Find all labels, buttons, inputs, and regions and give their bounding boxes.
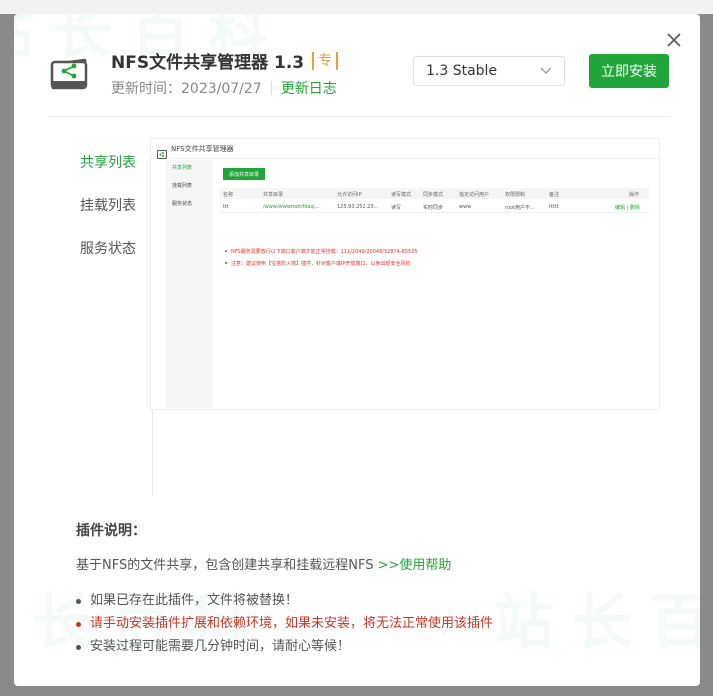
preview-cell: root用户不... [505, 205, 535, 211]
update-time: 更新时间：2023/07/27 [111, 81, 262, 97]
preview-header: NFS文件共享管理器 [151, 139, 659, 159]
preview-side-item: 挂载列表 [172, 183, 193, 189]
description-body: 基于NFS的文件共享，包含创建共享和挂载远程NFS [76, 558, 374, 573]
install-button[interactable]: 立即安装 [589, 54, 669, 88]
preview-tip: NFS服务需要放行以下端口客户端才能正常挂载：111/2049/20048/32… [225, 248, 418, 255]
preview-table-row: ttt /www/wwwroot/fdasj... 125.93.252.23.… [219, 201, 649, 213]
note-item: 安装过程可能需要几分钟时间，请耐心等候！ [76, 638, 493, 661]
preview-cell: ttttt [549, 204, 559, 210]
preview-col: 权限限制 [505, 192, 526, 198]
preview-title: NFS文件共享管理器 [171, 145, 234, 153]
preview-cell: ttt [223, 204, 229, 210]
preview-cell: 编辑 | 删除 [615, 205, 640, 211]
close-icon[interactable] [664, 30, 684, 50]
plugin-name: NFS文件共享管理器 1.3 [111, 53, 305, 73]
install-notes: 如果已存在此插件，文件将被替换！ 请手动安装插件扩展和依赖环境，如果未安装，将无… [76, 592, 493, 661]
preview-col: 允许访问IP [337, 192, 362, 198]
chevron-down-icon [540, 63, 552, 79]
backdrop [0, 0, 713, 14]
plugin-install-dialog: 站长百科 站长百科 站长百科 站长百科 NFS文件共享管理器 1.3 专 更新时… [14, 14, 700, 686]
nfs-plugin-icon [157, 144, 167, 159]
preview-col: 指定访问用户 [459, 192, 490, 198]
version-select[interactable]: 1.3 Stable [413, 56, 565, 86]
preview-nav: 共享列表 挂载列表 服务状态 [48, 138, 154, 495]
help-link[interactable]: >>使用帮助 [378, 558, 452, 573]
nav-item-share-list[interactable]: 共享列表 [80, 152, 136, 172]
divider [48, 116, 670, 117]
preview-sidebar: 共享列表 挂载列表 服务状态 [166, 160, 213, 408]
preview-main: 添加共享目录 名称 共享目录 允许访问IP 读写模式 同步模式 指定访问用户 权… [219, 166, 657, 406]
preview-col: 备注 [549, 192, 560, 198]
plugin-meta: 更新时间：2023/07/27 更新日志 [111, 78, 337, 98]
nav-item-service-status[interactable]: 服务状态 [80, 238, 136, 258]
preview-cell: www [459, 204, 472, 210]
preview-tips: NFS服务需要放行以下端口客户端才能正常挂载：111/2049/20048/32… [225, 248, 418, 272]
preview-tip: 注意：建议使用【宝塔防火墙】插件，针对客户端IP开放端口，以免出现安全风险 [225, 260, 418, 267]
preview-col: 共享目录 [263, 192, 284, 198]
preview-cell: 125.93.252.23... [337, 204, 379, 210]
pro-badge: 专 [312, 51, 339, 70]
note-item: 如果已存在此插件，文件将被替换！ [76, 592, 493, 615]
description-title: 插件说明： [76, 523, 146, 539]
preview-add-button: 添加共享目录 [223, 168, 265, 180]
preview-col: 名称 [223, 192, 234, 198]
preview-col: 同步模式 [423, 192, 444, 198]
preview-screenshot: NFS文件共享管理器 共享列表 挂载列表 服务状态 添加共享目录 名称 共享目录… [150, 138, 660, 410]
preview-cell: /www/wwwroot/fdasj... [263, 204, 320, 210]
preview-side-item: 共享列表 [172, 165, 193, 171]
preview-cell: 读写 [391, 205, 402, 211]
nfs-plugin-icon [50, 54, 88, 92]
watermark: 站长百科 [494, 588, 700, 658]
note-item-warning: 请手动安装插件扩展和依赖环境，如果未安装，将无法正常使用该插件 [76, 615, 493, 638]
version-selected: 1.3 Stable [426, 63, 498, 79]
divider [270, 81, 272, 95]
description-text: 基于NFS的文件共享，包含创建共享和挂载远程NFS >>使用帮助 [76, 554, 451, 573]
nav-item-mount-list[interactable]: 挂载列表 [80, 195, 136, 215]
preview-col: 操作 [629, 192, 640, 198]
preview-table-header: 名称 共享目录 允许访问IP 读写模式 同步模式 指定访问用户 权限限制 备注 … [219, 188, 649, 199]
preview-cell: 实时同步 [423, 205, 444, 211]
plugin-title: NFS文件共享管理器 1.3 专 [111, 48, 339, 73]
preview-col: 读写模式 [391, 192, 412, 198]
changelog-link[interactable]: 更新日志 [281, 78, 337, 98]
preview-side-item: 服务状态 [172, 201, 193, 207]
